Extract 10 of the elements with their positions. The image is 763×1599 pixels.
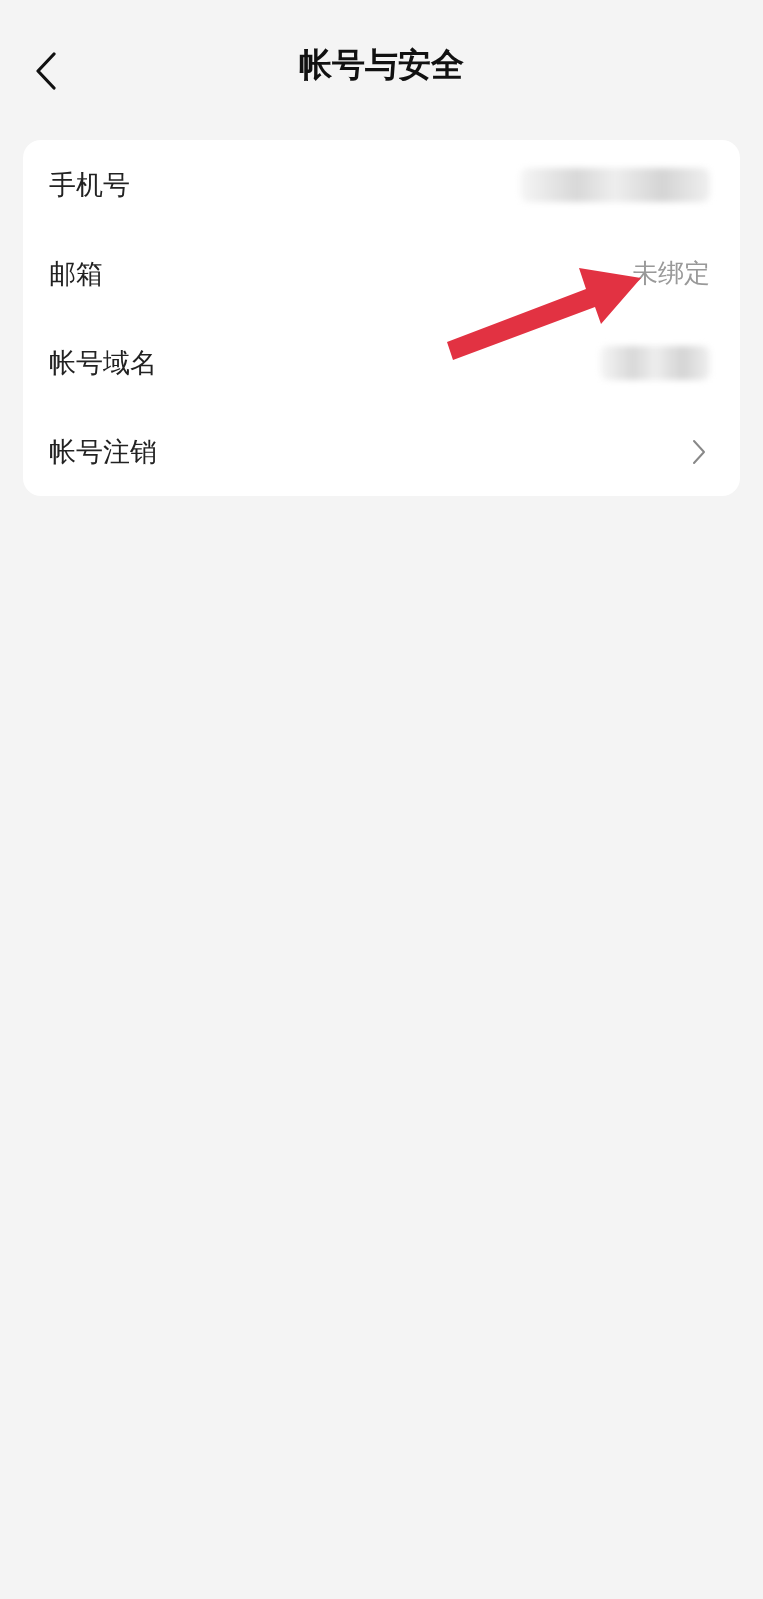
chevron-right-icon [692,438,706,465]
row-label: 手机号 [49,167,130,202]
row-label: 帐号域名 [49,345,157,380]
page-title: 帐号与安全 [299,43,464,86]
settings-row[interactable]: 帐号域名 [23,318,740,407]
row-label: 邮箱 [49,256,103,291]
back-icon[interactable] [35,52,57,90]
settings-row[interactable]: 手机号 [23,140,740,229]
settings-row[interactable]: 帐号注销 [23,407,740,496]
row-label: 帐号注销 [49,434,157,469]
